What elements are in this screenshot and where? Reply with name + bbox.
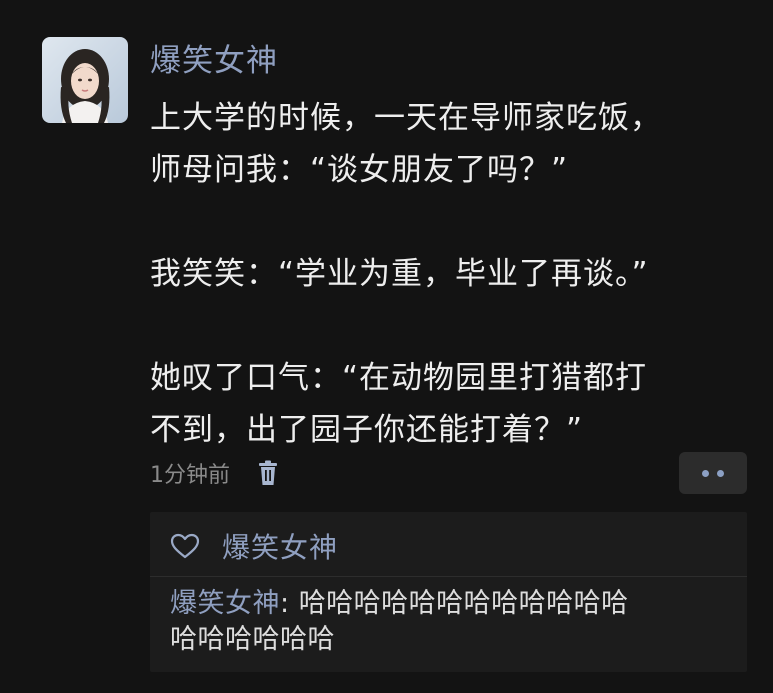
comment-text-continued: 哈哈哈哈哈哈 <box>170 624 335 655</box>
content-blank-line <box>150 300 750 352</box>
liker-name[interactable]: 爆笑女神 <box>222 526 338 566</box>
content-line: 上大学的时候，一天在导师家吃饭， <box>150 100 662 136</box>
trash-icon <box>259 460 277 485</box>
moment-post: 爆笑女神 上大学的时候，一天在导师家吃饭， 师母问我：“谈女朋友了吗？” 我笑笑… <box>0 0 773 693</box>
content-line: 师母问我：“谈女朋友了吗？” <box>150 152 569 188</box>
content-blank-line <box>150 196 750 248</box>
more-dots-icon <box>717 469 724 477</box>
more-dots-icon <box>702 469 709 477</box>
comment-text: 哈哈哈哈哈哈哈哈哈哈哈哈 <box>298 588 629 619</box>
comment-author[interactable]: 爆笑女神 <box>170 588 280 619</box>
post-timestamp: 1分钟前 <box>150 463 230 488</box>
post-username[interactable]: 爆笑女神 <box>150 40 278 82</box>
content-line: 不到，出了园子你还能打着？” <box>150 412 584 448</box>
delete-button[interactable] <box>256 459 280 487</box>
avatar-image <box>42 37 128 123</box>
comment-item[interactable]: 爆笑女神: 哈哈哈哈哈哈哈哈哈哈哈哈 哈哈哈哈哈哈 <box>170 586 740 658</box>
comment-separator: : <box>280 588 299 619</box>
avatar[interactable] <box>42 37 128 123</box>
post-content: 上大学的时候，一天在导师家吃饭， 师母问我：“谈女朋友了吗？” 我笑笑：“学业为… <box>150 92 750 456</box>
comments-panel: 爆笑女神 爆笑女神: 哈哈哈哈哈哈哈哈哈哈哈哈 哈哈哈哈哈哈 <box>150 512 747 672</box>
content-line: 我笑笑：“学业为重，毕业了再谈。” <box>150 256 649 292</box>
heart-icon <box>170 532 200 560</box>
more-actions-button[interactable] <box>679 452 747 494</box>
comments-divider <box>150 576 747 577</box>
likes-row: 爆笑女神 <box>170 526 338 566</box>
content-line: 她叹了口气：“在动物园里打猎都打 <box>150 360 648 396</box>
post-meta: 1分钟前 <box>150 455 280 491</box>
